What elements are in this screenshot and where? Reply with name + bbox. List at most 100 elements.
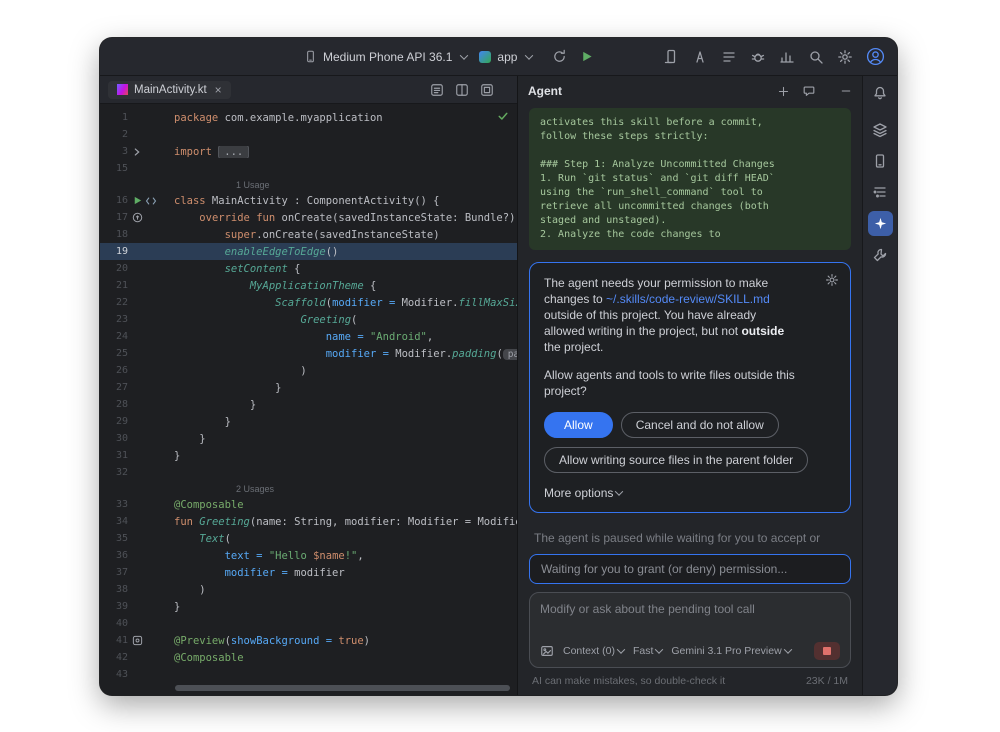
preview-gutter-icon[interactable] — [132, 635, 143, 646]
pair-devices-icon[interactable] — [692, 49, 708, 65]
agent-code-block: activates this skill before a commit, fo… — [529, 108, 851, 250]
sync-project-icon[interactable] — [552, 49, 567, 64]
code-line[interactable]: 21 MyApplicationTheme { — [100, 277, 517, 294]
code-line[interactable]: 15 — [100, 160, 517, 177]
usage-count-hint[interactable]: 1 Usage — [100, 177, 517, 192]
allow-parent-folder-button[interactable]: Allow writing source files in the parent… — [544, 447, 808, 473]
code-line[interactable]: 1package com.example.myapplication — [100, 109, 517, 126]
code-editor[interactable]: 1package com.example.myapplication23impo… — [100, 104, 517, 695]
code-line[interactable]: 25 modifier = Modifier.padding(paddingVa… — [100, 345, 517, 362]
code-line[interactable]: 29 } — [100, 413, 517, 430]
structure-icon[interactable] — [872, 184, 888, 200]
hide-panel-icon[interactable] — [840, 85, 852, 97]
agent-panel: Agent activates thi — [517, 76, 862, 695]
code-line[interactable]: 31} — [100, 447, 517, 464]
permission-settings-gear-icon[interactable] — [825, 273, 839, 287]
build-variants-icon[interactable] — [872, 122, 888, 138]
gemini-sparkle-icon — [873, 216, 888, 231]
cancel-do-not-allow-button[interactable]: Cancel and do not allow — [621, 412, 779, 438]
agent-composer[interactable]: Modify or ask about the pending tool cal… — [529, 592, 851, 668]
override-gutter-icon[interactable] — [132, 212, 143, 223]
phone-device-icon — [304, 50, 317, 63]
code-line[interactable]: 39} — [100, 598, 517, 615]
code-line[interactable]: 28 } — [100, 396, 517, 413]
highlight-sections-icon[interactable] — [430, 83, 444, 97]
inspection-status-widget[interactable] — [497, 110, 509, 122]
agent-chat-transcript[interactable]: activates this skill before a commit, fo… — [518, 106, 862, 548]
chat-history-icon[interactable] — [802, 84, 816, 98]
fold-gutter-icon[interactable] — [132, 147, 142, 157]
model-selector[interactable]: Gemini 3.1 Pro Preview — [671, 645, 790, 657]
build-tools-wrench-icon[interactable] — [872, 247, 888, 263]
context-selector[interactable]: Context (0) — [563, 645, 624, 657]
code-line[interactable]: 36 text = "Hello $name!", — [100, 547, 517, 564]
code-line[interactable]: 18 super.onCreate(savedInstanceState) — [100, 226, 517, 243]
account-avatar[interactable] — [866, 47, 885, 66]
code-line[interactable]: 24 name = "Android", — [100, 328, 517, 345]
usage-count-hint[interactable]: 2 Usages — [100, 481, 517, 496]
waiting-permission-field[interactable]: Waiting for you to grant (or deny) permi… — [529, 554, 851, 584]
stop-generation-button[interactable] — [814, 642, 840, 660]
android-studio-window: Medium Phone API 36.1 app — [100, 38, 897, 695]
code-line[interactable]: 30 } — [100, 430, 517, 447]
profiler-icon[interactable] — [779, 49, 795, 65]
code-line[interactable]: 42@Composable — [100, 649, 517, 666]
main-toolbar: Medium Phone API 36.1 app — [100, 38, 897, 76]
run-button[interactable] — [580, 50, 593, 63]
settings-gear-icon[interactable] — [837, 49, 853, 65]
device-manager-icon[interactable] — [663, 49, 679, 65]
composer-placeholder[interactable]: Modify or ask about the pending tool cal… — [540, 602, 840, 616]
code-line[interactable]: 20 setContent { — [100, 260, 517, 277]
run-gutter-icon[interactable] — [132, 195, 143, 206]
code-line[interactable]: 27 } — [100, 379, 517, 396]
new-chat-plus-icon[interactable] — [777, 85, 790, 98]
app-inspection-bug-icon[interactable] — [750, 49, 766, 65]
notifications-bell-icon[interactable] — [872, 85, 888, 101]
code-line[interactable]: 26 ) — [100, 362, 517, 379]
mode-selector[interactable]: Fast — [633, 645, 662, 657]
close-tab-icon[interactable]: × — [215, 84, 222, 96]
skill-file-link[interactable]: ~/.skills/code-review/SKILL.md — [606, 292, 770, 306]
code-line[interactable]: 23 Greeting( — [100, 311, 517, 328]
split-editor-icon[interactable] — [455, 83, 469, 97]
search-icon[interactable] — [808, 49, 824, 65]
permission-message: The agent needs your permission to make … — [544, 275, 800, 355]
code-line[interactable]: 38 ) — [100, 581, 517, 598]
app-config-icon — [479, 51, 491, 63]
code-line[interactable]: 33@Composable — [100, 496, 517, 513]
gemini-agent-tool-button[interactable] — [868, 211, 893, 236]
right-tool-strip — [862, 76, 897, 695]
code-line[interactable]: 2 — [100, 126, 517, 143]
chevron-down-icon — [525, 51, 533, 59]
code-line[interactable]: 16class MainActivity : ComponentActivity… — [100, 192, 517, 209]
code-line[interactable]: 41@Preview(showBackground = true) — [100, 632, 517, 649]
code-line[interactable]: 22 Scaffold(modifier = Modifier.fillMaxS… — [100, 294, 517, 311]
kotlin-file-icon — [117, 84, 128, 95]
running-devices-icon[interactable] — [872, 153, 888, 169]
code-line[interactable]: 40 — [100, 615, 517, 632]
code-line[interactable]: 19 enableEdgeToEdge() — [100, 243, 517, 260]
allow-button[interactable]: Allow — [544, 412, 613, 438]
code-line[interactable]: 17 override fun onCreate(savedInstanceSt… — [100, 209, 517, 226]
editor-pane: MainActivity.kt × — [100, 76, 517, 695]
code-line[interactable]: 3import ... — [100, 143, 517, 160]
more-options-toggle[interactable]: More options — [544, 486, 836, 500]
editor-tabbar: MainActivity.kt × — [100, 76, 517, 104]
layout-inspector-icon[interactable] — [480, 83, 494, 97]
inspection-ok-check-icon — [497, 110, 509, 122]
code-line[interactable]: 37 modifier = modifier — [100, 564, 517, 581]
run-configuration-selector[interactable]: app — [473, 47, 538, 67]
code-line[interactable]: 35 Text( — [100, 530, 517, 547]
code-line[interactable]: 32 — [100, 464, 517, 481]
agent-paused-status: The agent is paused while waiting for yo… — [534, 530, 846, 548]
code-line[interactable]: 34fun Greeting(name: String, modifier: M… — [100, 513, 517, 530]
code-line[interactable]: 43 — [100, 666, 517, 683]
agent-panel-title: Agent — [528, 84, 562, 98]
device-selector[interactable]: Medium Phone API 36.1 — [298, 47, 473, 67]
tab-mainactivity[interactable]: MainActivity.kt × — [108, 81, 231, 99]
logcat-icon[interactable] — [721, 49, 737, 65]
code-gutter-icon[interactable] — [145, 196, 157, 206]
horizontal-scrollbar[interactable] — [175, 685, 510, 691]
device-selector-label: Medium Phone API 36.1 — [323, 50, 452, 64]
attach-image-icon[interactable] — [540, 644, 554, 658]
